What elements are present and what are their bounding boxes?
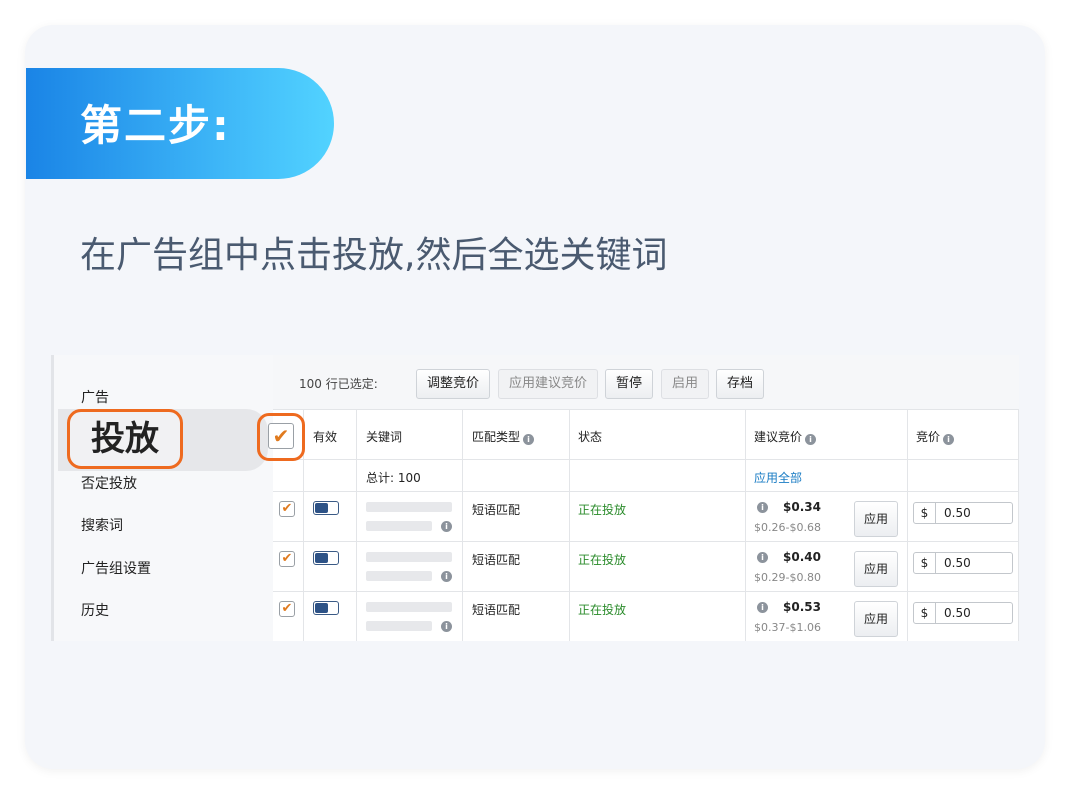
adjust-bid-button[interactable]: 调整竞价 <box>416 369 490 399</box>
suggested-range: $0.29-$0.80 <box>754 571 821 584</box>
targeting-main: 100 行已选定: 调整竞价 应用建议竞价 暂停 启用 存档 ✔ 有效 关键词 … <box>257 355 1019 641</box>
info-icon[interactable]: i <box>523 434 535 445</box>
row-checkbox[interactable]: ✔ <box>279 551 295 567</box>
info-icon[interactable]: i <box>757 502 768 513</box>
highlight-ring <box>257 413 305 461</box>
status-text: 正在投放 <box>578 603 627 617</box>
apply-all-link[interactable]: 应用全部 <box>754 469 802 486</box>
match-type: 短语匹配 <box>472 503 521 517</box>
check-icon: ✔ <box>281 551 293 566</box>
instruction-subtitle: 在广告组中点击投放,然后全选关键词 <box>80 235 668 276</box>
apply-bid-button[interactable]: 应用 <box>854 501 898 537</box>
header-suggested-bid[interactable]: 建议竞价 i <box>754 428 817 445</box>
keyword-text-redacted <box>366 521 432 531</box>
bid-input[interactable]: $0.50 <box>913 502 1013 524</box>
keyword-text-redacted <box>366 552 452 562</box>
info-icon[interactable]: i <box>441 521 452 532</box>
bid-input[interactable]: $0.50 <box>913 602 1013 624</box>
sidebar-item-targeting[interactable]: 投放 <box>67 409 183 469</box>
step-title: 第二步: <box>80 101 231 150</box>
info-icon[interactable]: i <box>757 602 768 613</box>
selected-count: 100 行已选定: <box>299 377 378 391</box>
bid-input[interactable]: $0.50 <box>913 552 1013 574</box>
enable-toggle[interactable] <box>313 601 339 615</box>
enable-button[interactable]: 启用 <box>661 369 709 399</box>
apply-bid-button[interactable]: 应用 <box>854 551 898 587</box>
status-text: 正在投放 <box>578 503 627 517</box>
row-checkbox[interactable]: ✔ <box>279 601 295 617</box>
archive-button[interactable]: 存档 <box>716 369 764 399</box>
enable-toggle[interactable] <box>313 501 339 515</box>
info-icon[interactable]: i <box>943 434 955 445</box>
info-icon[interactable]: i <box>441 571 452 582</box>
apply-suggested-bid-button[interactable]: 应用建议竞价 <box>498 369 598 399</box>
match-type: 短语匹配 <box>472 553 521 567</box>
check-icon: ✔ <box>281 601 293 616</box>
suggested-bid: $0.34 <box>783 500 821 514</box>
keyword-text-redacted <box>366 621 432 631</box>
info-icon[interactable]: i <box>757 552 768 563</box>
status-text: 正在投放 <box>578 553 627 567</box>
suggested-range: $0.26-$0.68 <box>754 521 821 534</box>
pause-button[interactable]: 暂停 <box>605 369 653 399</box>
header-status[interactable]: 状态 <box>578 428 602 445</box>
sidebar-item-history[interactable]: 历史 <box>81 600 109 620</box>
suggested-bid: $0.53 <box>783 600 821 614</box>
row-checkbox[interactable]: ✔ <box>279 501 295 517</box>
select-all-cell: ✔ <box>257 409 305 461</box>
total-count: 总计: 100 <box>366 471 421 485</box>
sidebar-item-ads[interactable]: 广告 <box>81 387 109 407</box>
header-active[interactable]: 有效 <box>313 428 337 445</box>
suggested-range: $0.37-$1.06 <box>754 621 821 634</box>
suggested-bid: $0.40 <box>783 550 821 564</box>
header-match-type[interactable]: 匹配类型 i <box>472 428 535 445</box>
sidebar-item-negative-targeting[interactable]: 否定投放 <box>81 473 137 493</box>
info-icon[interactable]: i <box>441 621 452 632</box>
keyword-text-redacted <box>366 602 452 612</box>
match-type: 短语匹配 <box>472 603 521 617</box>
info-icon[interactable]: i <box>805 434 817 445</box>
apply-bid-button[interactable]: 应用 <box>854 601 898 637</box>
screenshot-panel: 广告 投放 否定投放 搜索词 广告组设置 历史 100 行已选定: 调整竞价 应… <box>51 355 1019 641</box>
keyword-text-redacted <box>366 571 432 581</box>
enable-toggle[interactable] <box>313 551 339 565</box>
keyword-text-redacted <box>366 502 452 512</box>
header-bid[interactable]: 竞价 i <box>916 428 955 445</box>
bulk-toolbar: 100 行已选定: 调整竞价 应用建议竞价 暂停 启用 存档 <box>273 355 1019 409</box>
sidebar: 广告 投放 否定投放 搜索词 广告组设置 历史 <box>51 355 273 641</box>
sidebar-item-search-terms[interactable]: 搜索词 <box>81 515 123 535</box>
header-keyword[interactable]: 关键词 <box>366 428 402 445</box>
sidebar-item-adgroup-settings[interactable]: 广告组设置 <box>81 558 151 578</box>
check-icon: ✔ <box>281 501 293 516</box>
